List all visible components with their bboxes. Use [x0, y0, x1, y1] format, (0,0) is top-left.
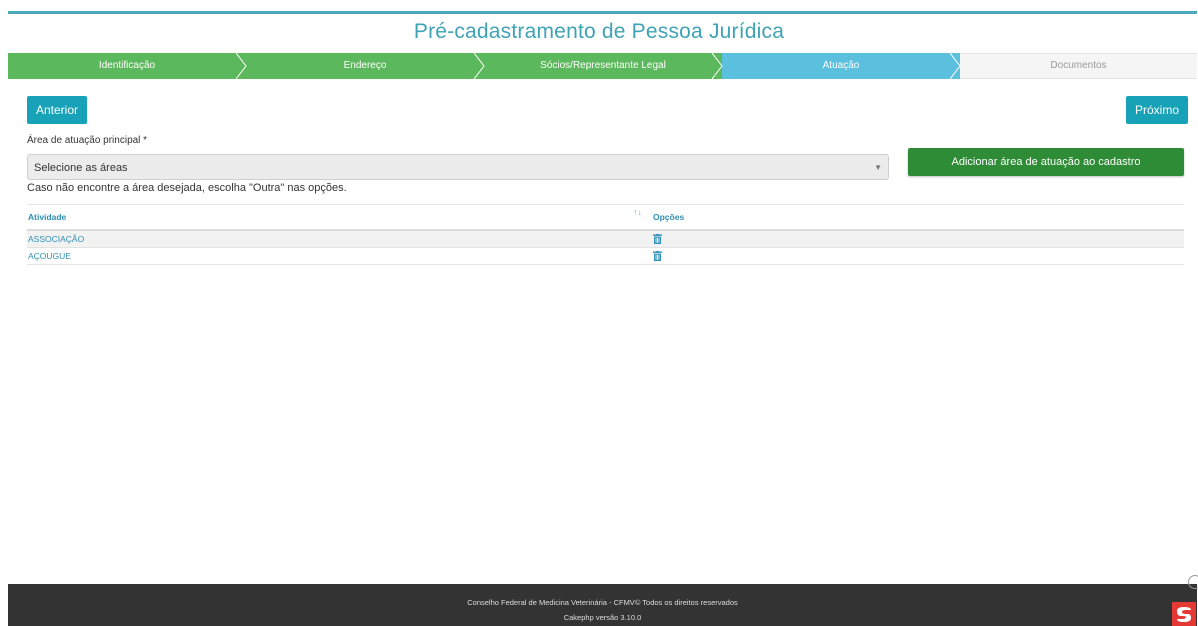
- top-accent-line: [8, 11, 1197, 14]
- step-documentos[interactable]: Documentos: [960, 53, 1197, 79]
- table-header: Atividade ↑↓ Opções: [27, 204, 1184, 231]
- trash-icon[interactable]: [653, 234, 662, 244]
- help-text: Caso não encontre a área desejada, escol…: [27, 182, 347, 194]
- step-atuacao[interactable]: Atuação: [722, 53, 960, 79]
- select-placeholder: Selecione as áreas: [34, 162, 128, 174]
- column-header-atividade[interactable]: Atividade: [28, 212, 66, 222]
- step-separator-icon: [712, 53, 723, 79]
- activity-link[interactable]: ASSOCIAÇÃO: [28, 234, 84, 244]
- wizard-steps: Identificação Endereço Sócios/Representa…: [8, 53, 1197, 79]
- previous-button[interactable]: Anterior: [27, 96, 88, 124]
- step-label: Endereço: [343, 60, 387, 71]
- sort-icon[interactable]: ↑↓: [633, 207, 642, 217]
- step-label: Atuação: [822, 60, 860, 71]
- step-separator-icon: [474, 53, 485, 79]
- caret-down-icon: ▼: [874, 163, 882, 172]
- step-separator-icon: [236, 53, 247, 79]
- trash-icon[interactable]: [653, 251, 662, 261]
- footer-copyright: Conselho Federal de Medicina Veterinária…: [467, 598, 738, 607]
- column-header-opcoes: Opções: [653, 212, 685, 222]
- scroll-indicator-icon: [1188, 575, 1198, 589]
- step-socios[interactable]: Sócios/Representante Legal: [484, 53, 722, 79]
- activity-link[interactable]: AÇOUGUE: [28, 251, 71, 261]
- table-row: ASSOCIAÇÃO: [27, 231, 1184, 248]
- step-separator-icon: [950, 53, 961, 79]
- footer: Conselho Federal de Medicina Veterinária…: [8, 584, 1197, 626]
- page-title: Pré-cadastramento de Pessoa Jurídica: [413, 20, 785, 43]
- step-label: Identificação: [98, 60, 156, 71]
- add-area-button[interactable]: Adicionar área de atuação ao cadastro: [908, 148, 1184, 176]
- step-label: Sócios/Representante Legal: [540, 60, 666, 71]
- areas-table: Atividade ↑↓ Opções ASSOCIAÇÃO AÇOUGUE: [27, 204, 1184, 265]
- step-endereco[interactable]: Endereço: [246, 53, 484, 79]
- chat-widget-icon[interactable]: [1172, 602, 1196, 626]
- table-row: AÇOUGUE: [27, 248, 1184, 265]
- step-identificacao[interactable]: Identificação: [8, 53, 246, 79]
- footer-version: Cakephp versão 3.10.0: [563, 613, 642, 622]
- area-select[interactable]: Selecione as áreas ▼: [27, 154, 889, 180]
- next-button[interactable]: Próximo: [1126, 96, 1189, 124]
- area-label: Área de atuação principal *: [27, 135, 148, 146]
- step-label: Documentos: [1050, 60, 1107, 71]
